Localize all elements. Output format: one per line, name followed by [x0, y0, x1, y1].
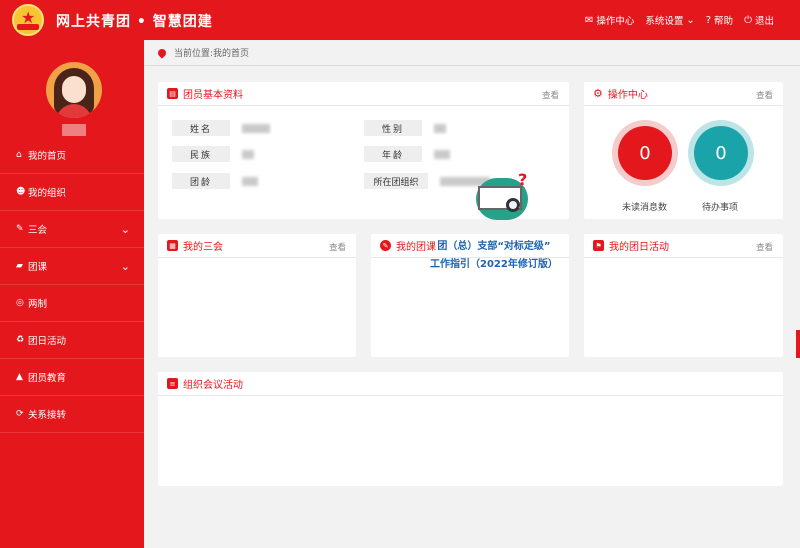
view-more-link[interactable]: 查看 — [756, 89, 773, 101]
unread-messages-label: 未读消息数 — [622, 203, 668, 213]
refresh-icon: ⟳ — [16, 409, 24, 419]
target-icon: ◎ — [16, 298, 24, 308]
card-title: 团员基本资料 — [183, 90, 243, 101]
top-bar: ★ 网上共青团 • 智慧团建 ✉ 操作中心 系统设置 ⌄ ? 帮助 ⏻ 退出 — [0, 0, 800, 40]
redacted-value — [242, 123, 270, 133]
view-more-link[interactable]: 查看 — [542, 89, 559, 101]
sidebar-item-transfer[interactable]: ⟳ 关系接转 — [0, 396, 144, 433]
field-gender: 性别 — [364, 120, 446, 136]
chevron-down-icon: ⌄ — [686, 14, 695, 26]
todo-label: 待办事项 — [702, 203, 739, 213]
sidebar-item-sanhui[interactable]: ✎ 三会 ⌄ — [0, 211, 144, 248]
recycle-icon: ♻ — [16, 335, 25, 345]
help-icon: ? — [705, 14, 712, 26]
users-icon: ☻ — [16, 187, 26, 197]
gear-icon: ⚙ — [593, 87, 603, 100]
breadcrumb: 当前位置:我的首页 — [144, 40, 800, 66]
nav-help[interactable]: ? 帮助 — [705, 13, 733, 28]
side-drawer-tab[interactable] — [796, 330, 800, 358]
envelope-icon: ✉ — [584, 14, 594, 26]
redacted-value — [242, 149, 254, 159]
logo-icon: ★ — [12, 4, 44, 36]
field-age: 年龄 — [364, 146, 450, 162]
field-league-age: 团龄 — [172, 173, 258, 189]
redacted-value — [242, 176, 258, 186]
sidebar-item-tuanke[interactable]: ▰ 团课 ⌄ — [0, 248, 144, 285]
redacted-value — [434, 149, 450, 159]
flag-icon: ⚑ — [593, 240, 604, 251]
avatar[interactable] — [46, 62, 102, 118]
sidebar-item-education[interactable]: ▲ 团员教育 — [0, 359, 144, 396]
top-nav: ✉ 操作中心 系统设置 ⌄ ? 帮助 ⏻ 退出 — [584, 13, 774, 28]
sidebar-item-home[interactable]: ⌂ 我的首页 — [0, 137, 144, 174]
location-pin-icon — [156, 46, 168, 59]
sidebar-menu: ⌂ 我的首页 ☻ 我的组织 ✎ 三会 ⌄ ▰ 团课 ⌄ ◎ 两制 ♻ 团日活动 ▲ 团员教育 ⟳ 关… — [0, 137, 144, 433]
nav-logout[interactable]: ⏻ 退出 — [744, 13, 774, 28]
chevron-down-icon: ⌄ — [120, 260, 130, 273]
sidebar-item-organization[interactable]: ☻ 我的组织 — [0, 174, 144, 211]
view-more-link[interactable]: 查看 — [329, 241, 346, 253]
home-icon: ⌂ — [16, 150, 22, 160]
sidebar: ⌂ 我的首页 ☻ 我的组织 ✎ 三会 ⌄ ▰ 团课 ⌄ ◎ 两制 ♻ 团日活动 ▲ 团员教育 ⟳ 关… — [0, 40, 144, 548]
nav-settings[interactable]: 系统设置 ⌄ — [645, 13, 695, 28]
field-ethnicity: 民族 — [172, 146, 254, 162]
power-icon: ⏻ — [744, 14, 752, 26]
pen-icon: ✎ — [380, 240, 391, 251]
meeting-icon: ≡ — [167, 378, 178, 389]
sanhui-card: ▦ 我的三会 查看 — [158, 234, 356, 357]
help-guide-icon[interactable]: ? — [474, 170, 530, 222]
tuanri-card: ⚑ 我的团日活动 查看 — [584, 234, 783, 357]
redacted-value — [434, 123, 446, 133]
graduation-cap-icon: ▲ — [16, 372, 23, 382]
field-org: 所在团组织 — [364, 173, 490, 189]
username-redacted — [62, 124, 86, 136]
sidebar-item-tuanri[interactable]: ♻ 团日活动 — [0, 322, 144, 359]
chevron-down-icon: ⌄ — [120, 223, 130, 236]
promo-overlay[interactable]: 团（总）支部“对标定级” 工作指引（2022年修订版） — [430, 238, 558, 274]
todo-badge[interactable]: 0 — [688, 120, 754, 186]
sidebar-item-liangzhi[interactable]: ◎ 两制 — [0, 285, 144, 322]
operations-card: ⚙ 操作中心 查看 0 未读消息数 0 待办事项 — [584, 82, 783, 219]
view-more-link[interactable]: 查看 — [756, 241, 773, 253]
id-card-icon: ▤ — [167, 88, 178, 99]
profile-card-header: ▤ 团员基本资料 查看 — [158, 82, 569, 106]
nav-operations[interactable]: ✉ 操作中心 — [584, 13, 634, 28]
meeting-card: ≡ 组织会议活动 — [158, 372, 783, 486]
operations-card-header: ⚙ 操作中心 查看 — [584, 82, 783, 106]
folder-icon: ▰ — [16, 261, 23, 271]
edit-icon: ✎ — [16, 224, 24, 234]
app-title: 网上共青团 • 智慧团建 — [56, 14, 213, 30]
field-name: 姓名 — [172, 120, 270, 136]
unread-messages-badge[interactable]: 0 — [612, 120, 678, 186]
calendar-icon: ▦ — [167, 240, 178, 251]
